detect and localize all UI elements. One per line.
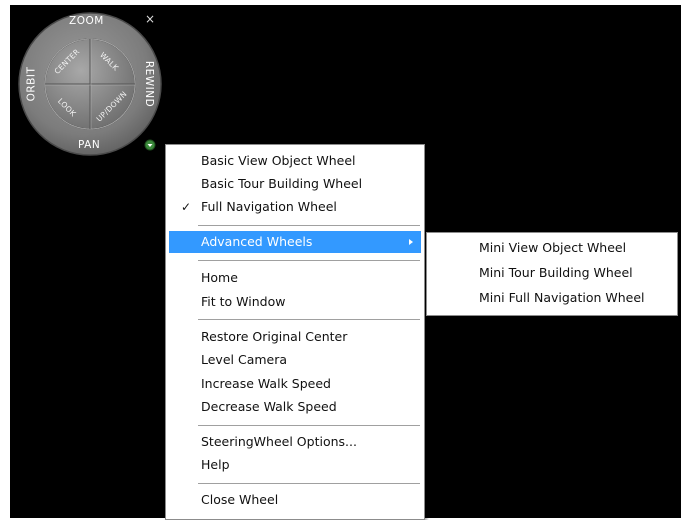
menu-item-close-wheel[interactable]: Close Wheel	[166, 489, 424, 511]
menu-item-level-camera[interactable]: Level Camera	[166, 349, 424, 371]
menu-item-decrease-walk-speed[interactable]: Decrease Walk Speed	[166, 396, 424, 418]
wheel-zoom-label[interactable]: ZOOM	[69, 15, 104, 27]
full-navigation-wheel[interactable]: ZOOM × ORBIT REWIND PAN CENTER WALK LOOK…	[10, 5, 170, 165]
menu-item-steeringwheel-options[interactable]: SteeringWheel Options...	[166, 431, 424, 453]
submenu-arrow-icon	[409, 239, 413, 245]
menu-separator	[198, 319, 420, 321]
menu-item-increase-walk-speed[interactable]: Increase Walk Speed	[166, 373, 424, 395]
submenu-item-mini-tour-building-wheel[interactable]: Mini Tour Building Wheel	[427, 262, 677, 284]
menu-item-home[interactable]: Home	[166, 267, 424, 289]
menu-item-fit-to-window[interactable]: Fit to Window	[166, 291, 424, 313]
wheel-context-menu: Basic View Object Wheel Basic Tour Build…	[165, 144, 425, 520]
menu-item-advanced-wheels[interactable]: Advanced Wheels	[169, 231, 421, 253]
drawing-viewport[interactable]: ZOOM × ORBIT REWIND PAN CENTER WALK LOOK…	[10, 5, 681, 520]
menu-separator	[198, 483, 420, 485]
menu-separator	[198, 225, 420, 227]
wheel-pan-label[interactable]: PAN	[78, 139, 100, 151]
menu-item-full-navigation-wheel[interactable]: ✓ Full Navigation Wheel	[166, 196, 424, 218]
menu-separator	[198, 260, 420, 262]
advanced-wheels-submenu: Mini View Object Wheel Mini Tour Buildin…	[426, 232, 678, 316]
wheel-rewind-label[interactable]: REWIND	[143, 61, 155, 107]
wheel-orbit-label[interactable]: ORBIT	[25, 67, 37, 102]
submenu-item-mini-view-object-wheel[interactable]: Mini View Object Wheel	[427, 237, 677, 259]
submenu-item-mini-full-navigation-wheel[interactable]: Mini Full Navigation Wheel	[427, 287, 677, 309]
menu-item-basic-view-object-wheel[interactable]: Basic View Object Wheel	[166, 150, 424, 172]
close-wheel-icon[interactable]: ×	[145, 13, 155, 25]
checkmark-icon: ✓	[181, 200, 192, 214]
menu-item-help[interactable]: Help	[166, 454, 424, 476]
menu-item-restore-original-center[interactable]: Restore Original Center	[166, 326, 424, 348]
menu-item-basic-tour-building-wheel[interactable]: Basic Tour Building Wheel	[166, 173, 424, 195]
menu-separator	[198, 425, 420, 427]
